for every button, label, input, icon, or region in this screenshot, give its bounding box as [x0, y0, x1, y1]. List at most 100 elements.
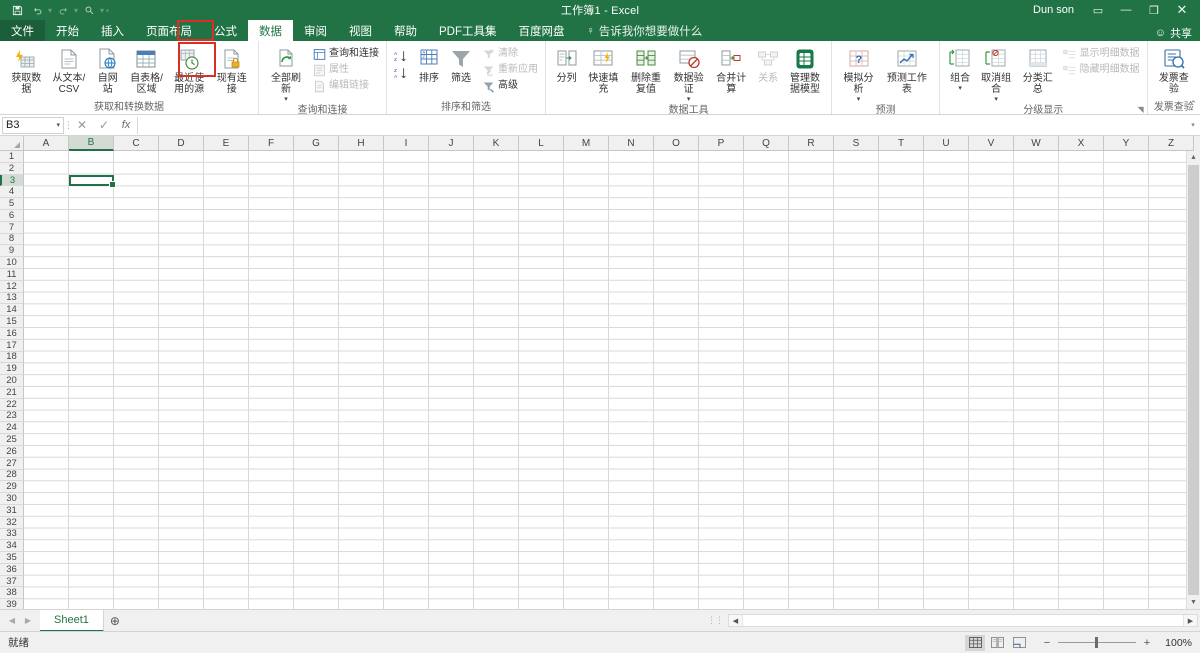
ribbon-display-options-icon[interactable]: ▭ — [1084, 0, 1112, 20]
name-box-caret-icon[interactable]: ▾ — [56, 121, 60, 129]
refresh-all-caret-icon[interactable]: ▾ — [284, 97, 288, 103]
column-header-D[interactable]: D — [159, 136, 204, 151]
column-header-Y[interactable]: Y — [1104, 136, 1149, 151]
vertical-scroll-thumb[interactable] — [1188, 165, 1199, 595]
tab-file[interactable]: 文件 — [0, 20, 45, 41]
sheet-tab-sheet1[interactable]: Sheet1 — [40, 610, 104, 632]
column-header-G[interactable]: G — [294, 136, 339, 151]
confirm-entry-button[interactable]: ✓ — [93, 118, 115, 132]
text-to-columns-button[interactable]: 分列 — [551, 45, 582, 86]
column-header-A[interactable]: A — [24, 136, 69, 151]
row-header-7[interactable]: 7 — [0, 222, 24, 234]
horizontal-scroll-thumb[interactable] — [742, 615, 1184, 626]
row-header-25[interactable]: 25 — [0, 434, 24, 446]
redo-caret-icon[interactable]: ▾ — [74, 6, 78, 15]
sort-ascending-button[interactable]: AZ — [392, 48, 413, 65]
normal-view-icon[interactable] — [965, 635, 985, 651]
ungroup-button[interactable]: 取消组合 ▾ — [975, 45, 1017, 104]
horizontal-scrollbar[interactable]: ◀ ▶ — [728, 614, 1198, 627]
column-header-X[interactable]: X — [1059, 136, 1104, 151]
page-break-view-icon[interactable] — [1009, 635, 1029, 651]
insert-function-button[interactable]: fx — [115, 119, 137, 131]
selected-cell-b3[interactable] — [69, 175, 114, 187]
column-header-L[interactable]: L — [519, 136, 564, 151]
tab-pdf-tools[interactable]: PDF工具集 — [428, 20, 508, 41]
tab-home[interactable]: 开始 — [45, 20, 90, 41]
column-header-Q[interactable]: Q — [744, 136, 789, 151]
zoom-slider-track[interactable] — [1058, 642, 1136, 643]
from-web-button[interactable]: 自网站 — [90, 45, 125, 97]
get-data-button[interactable]: 获取数据 — [5, 45, 48, 97]
refresh-all-button[interactable]: 全部刷新 ▾ — [264, 45, 308, 104]
undo-icon[interactable] — [28, 1, 46, 19]
row-header-35[interactable]: 35 — [0, 552, 24, 564]
subtotal-button[interactable]: 分类汇总 — [1017, 45, 1059, 97]
row-header-14[interactable]: 14 — [0, 304, 24, 316]
hscroll-left-arrow-icon[interactable]: ◀ — [729, 615, 742, 626]
zoom-in-button[interactable]: + — [1141, 637, 1153, 649]
add-sheet-button[interactable]: ⊕ — [104, 610, 126, 632]
name-box[interactable]: B3 ▾ — [2, 117, 64, 134]
close-button[interactable]: ✕ — [1168, 0, 1196, 20]
row-header-39[interactable]: 39 — [0, 599, 24, 609]
restore-button[interactable]: ❐ — [1140, 0, 1168, 20]
scroll-up-arrow-icon[interactable]: ▲ — [1187, 151, 1200, 164]
tab-page-layout[interactable]: 页面布局 — [135, 20, 203, 41]
minimize-button[interactable]: — — [1112, 0, 1140, 20]
row-header-23[interactable]: 23 — [0, 411, 24, 423]
sort-button[interactable]: AZ 排序 — [413, 45, 445, 86]
zoom-out-button[interactable]: − — [1041, 637, 1053, 649]
ungroup-caret-icon[interactable]: ▾ — [994, 97, 998, 103]
row-header-16[interactable]: 16 — [0, 328, 24, 340]
row-header-18[interactable]: 18 — [0, 352, 24, 364]
page-layout-view-icon[interactable] — [987, 635, 1007, 651]
column-header-S[interactable]: S — [834, 136, 879, 151]
column-header-U[interactable]: U — [924, 136, 969, 151]
tab-view[interactable]: 视图 — [338, 20, 383, 41]
row-header-19[interactable]: 19 — [0, 363, 24, 375]
sort-descending-button[interactable]: ZA — [392, 65, 413, 82]
row-header-9[interactable]: 9 — [0, 245, 24, 257]
tab-formulas[interactable]: 公式 — [203, 20, 248, 41]
existing-connections-button[interactable]: 现有连接 — [210, 45, 253, 97]
data-validation-caret-icon[interactable]: ▾ — [687, 97, 691, 103]
filter-button[interactable]: 筛选 — [445, 45, 477, 86]
row-header-17[interactable]: 17 — [0, 340, 24, 352]
what-if-analysis-button[interactable]: ? 模拟分析 ▾ — [837, 45, 880, 104]
column-header-I[interactable]: I — [384, 136, 429, 151]
sheet-nav-next-icon[interactable]: ▶ — [20, 613, 36, 629]
manage-data-model-button[interactable]: 管理数据模型 — [784, 45, 827, 97]
cell-grid[interactable] — [24, 151, 1186, 609]
row-header-27[interactable]: 27 — [0, 458, 24, 470]
column-header-T[interactable]: T — [879, 136, 924, 151]
column-header-R[interactable]: R — [789, 136, 834, 151]
outline-dialog-launcher-icon[interactable]: ◥ — [1137, 103, 1143, 116]
row-header-38[interactable]: 38 — [0, 587, 24, 599]
from-table-range-button[interactable]: 自表格/区域 — [125, 45, 168, 97]
row-header-30[interactable]: 30 — [0, 493, 24, 505]
quick-print-icon[interactable] — [80, 1, 98, 19]
scroll-split-grip[interactable]: ⋮⋮ — [702, 615, 728, 626]
share-button[interactable]: ☺ 共享 — [1155, 25, 1200, 41]
column-header-W[interactable]: W — [1014, 136, 1059, 151]
row-header-26[interactable]: 26 — [0, 446, 24, 458]
forecast-sheet-button[interactable]: 预测工作表 — [880, 45, 934, 97]
sheet-nav-prev-icon[interactable]: ◀ — [4, 613, 20, 629]
column-header-V[interactable]: V — [969, 136, 1014, 151]
save-icon[interactable] — [8, 1, 26, 19]
row-header-15[interactable]: 15 — [0, 316, 24, 328]
row-header-22[interactable]: 22 — [0, 399, 24, 411]
row-header-21[interactable]: 21 — [0, 387, 24, 399]
group-caret-icon[interactable]: ▾ — [958, 86, 962, 92]
what-if-caret-icon[interactable]: ▾ — [857, 97, 861, 103]
column-header-E[interactable]: E — [204, 136, 249, 151]
row-header-12[interactable]: 12 — [0, 281, 24, 293]
remove-duplicates-button[interactable]: 删除重复值 — [625, 45, 668, 97]
row-header-11[interactable]: 11 — [0, 269, 24, 281]
row-header-32[interactable]: 32 — [0, 517, 24, 529]
customize-qat-icon[interactable]: ▪ — [106, 6, 109, 15]
formula-input[interactable] — [137, 117, 1186, 134]
row-header-37[interactable]: 37 — [0, 576, 24, 588]
cancel-entry-button[interactable]: ✕ — [71, 118, 93, 132]
row-header-24[interactable]: 24 — [0, 422, 24, 434]
